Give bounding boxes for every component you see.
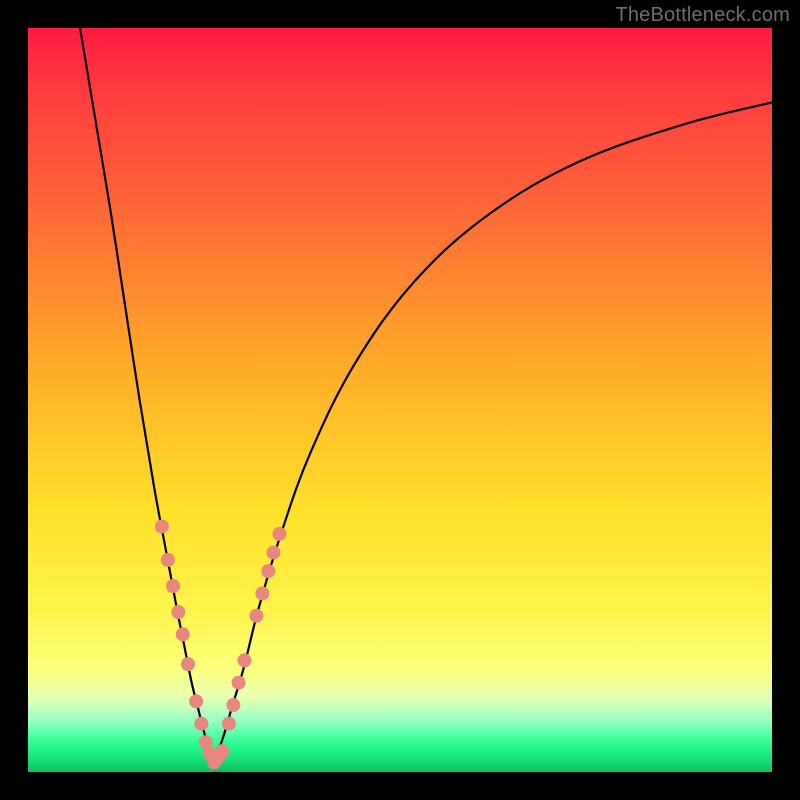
data-marker — [226, 698, 240, 712]
data-marker — [171, 605, 185, 619]
curve-right-branch — [211, 102, 772, 764]
data-marker — [189, 694, 203, 708]
chart-svg — [28, 28, 772, 772]
figure-frame: TheBottleneck.com — [0, 0, 800, 800]
curve-left-branch — [80, 28, 211, 765]
data-marker — [176, 627, 190, 641]
data-marker — [261, 564, 275, 578]
data-marker — [272, 527, 286, 541]
watermark-label: TheBottleneck.com — [615, 4, 790, 27]
data-marker — [194, 717, 208, 731]
data-marker — [215, 744, 229, 758]
data-marker — [155, 519, 169, 533]
data-marker — [181, 657, 195, 671]
data-marker — [255, 586, 269, 600]
data-marker — [161, 553, 175, 567]
data-marker — [166, 579, 180, 593]
data-marker — [267, 546, 281, 560]
data-marker — [249, 609, 263, 623]
data-marker — [222, 717, 236, 731]
data-marker — [232, 676, 246, 690]
plot-area — [28, 28, 772, 772]
data-marker — [238, 653, 252, 667]
